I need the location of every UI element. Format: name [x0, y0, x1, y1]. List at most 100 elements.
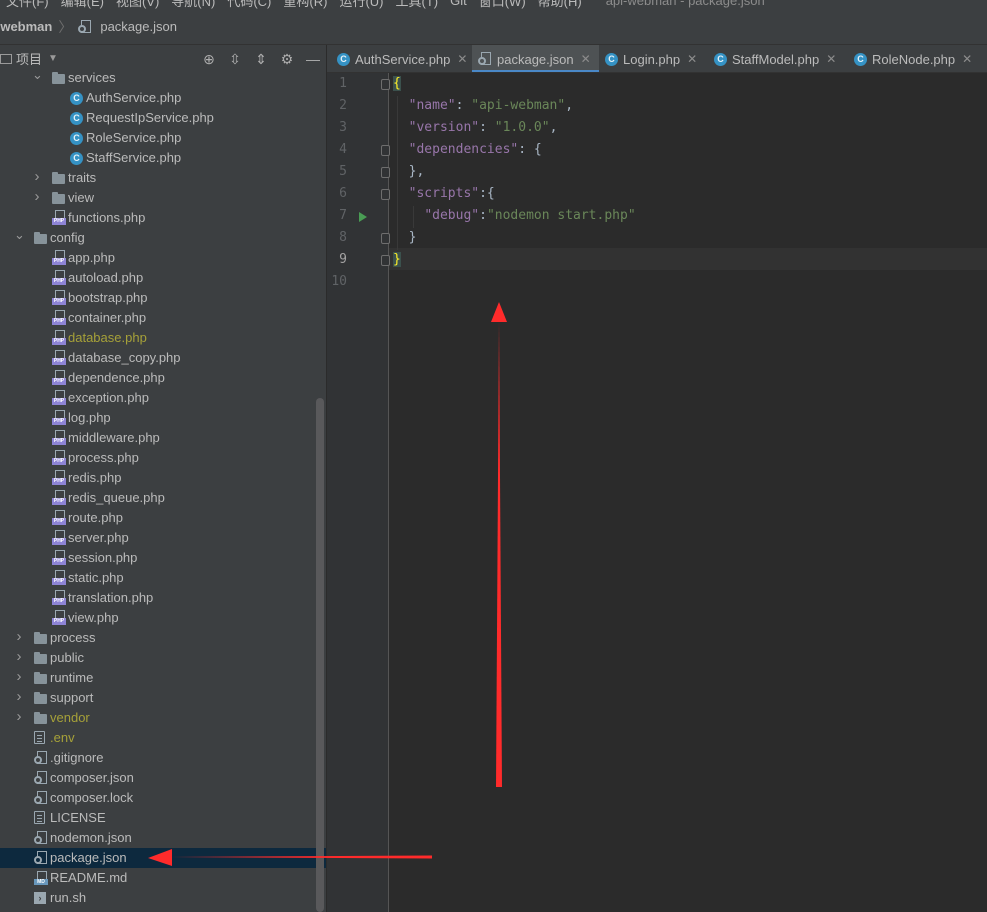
- tree-scrollbar[interactable]: [316, 398, 324, 912]
- close-icon[interactable]: ✕: [687, 52, 697, 66]
- menu-item[interactable]: 工具(T): [389, 0, 444, 9]
- code-line[interactable]: "name": "api-webman",: [393, 98, 573, 113]
- tree-folder[interactable]: › process: [0, 628, 326, 648]
- editor-tab[interactable]: C RoleNode.php ✕: [848, 45, 987, 72]
- run-script-icon[interactable]: [359, 212, 367, 222]
- code-line[interactable]: }: [393, 230, 417, 245]
- menu-item[interactable]: 窗口(W): [473, 0, 532, 9]
- menu-item[interactable]: 代码(C): [221, 0, 277, 9]
- tree-folder[interactable]: › view: [0, 188, 326, 208]
- tree-file[interactable]: PHP bootstrap.php: [0, 288, 326, 308]
- tree-file[interactable]: PHP database.php: [0, 328, 326, 348]
- chevron-right-icon[interactable]: ›: [14, 648, 24, 665]
- minimize-icon[interactable]: —: [300, 51, 326, 67]
- line-number: 5: [339, 164, 347, 179]
- tree-file[interactable]: PHP log.php: [0, 408, 326, 428]
- breadcrumb-file[interactable]: package.json: [100, 19, 177, 34]
- menu-item[interactable]: 导航(N): [165, 0, 221, 9]
- tree-file[interactable]: PHP app.php: [0, 248, 326, 268]
- tree-file[interactable]: PHP server.php: [0, 528, 326, 548]
- menu-item[interactable]: 帮助(H): [532, 0, 588, 9]
- tree-file[interactable]: PHP session.php: [0, 548, 326, 568]
- editor-tab[interactable]: C Login.php ✕: [599, 45, 708, 72]
- tree-file[interactable]: PHP static.php: [0, 568, 326, 588]
- breadcrumb-project[interactable]: -webman: [0, 19, 52, 34]
- tree-file[interactable]: LICENSE: [0, 808, 326, 828]
- menu-item[interactable]: 视图(V): [110, 0, 165, 9]
- tree-folder[interactable]: › public: [0, 648, 326, 668]
- fold-marker-icon[interactable]: [381, 167, 390, 178]
- tree-folder[interactable]: › traits: [0, 168, 326, 188]
- close-icon[interactable]: ✕: [457, 52, 467, 66]
- tree-file[interactable]: C RoleService.php: [0, 128, 326, 148]
- fold-marker-icon[interactable]: [381, 79, 390, 90]
- project-panel-title[interactable]: 项目: [16, 49, 42, 68]
- chevron-right-icon[interactable]: ›: [14, 688, 24, 705]
- tree-file[interactable]: package.json: [0, 848, 326, 868]
- chevron-right-icon[interactable]: ›: [14, 708, 24, 725]
- fold-marker-icon[interactable]: [381, 233, 390, 244]
- tree-file[interactable]: PHP redis_queue.php: [0, 488, 326, 508]
- tree-file[interactable]: C AuthService.php: [0, 88, 326, 108]
- menu-item[interactable]: 运行(U): [333, 0, 389, 9]
- tree-file[interactable]: composer.lock: [0, 788, 326, 808]
- tree-file[interactable]: .env: [0, 728, 326, 748]
- code-line[interactable]: }: [393, 252, 401, 267]
- code-line[interactable]: "scripts":{: [393, 186, 495, 201]
- editor-tab[interactable]: C AuthService.php ✕: [331, 45, 472, 72]
- chevron-right-icon[interactable]: ›: [14, 668, 24, 685]
- code-line[interactable]: "version": "1.0.0",: [393, 120, 558, 135]
- fold-marker-icon[interactable]: [381, 255, 390, 266]
- tree-file[interactable]: PHP middleware.php: [0, 428, 326, 448]
- tree-item-label: services: [68, 70, 116, 85]
- tree-file[interactable]: PHP redis.php: [0, 468, 326, 488]
- tree-file[interactable]: PHP functions.php: [0, 208, 326, 228]
- expand-all-icon[interactable]: ⇳: [222, 51, 248, 68]
- tree-file[interactable]: PHP process.php: [0, 448, 326, 468]
- fold-marker-icon[interactable]: [381, 145, 390, 156]
- tree-file[interactable]: MD README.md: [0, 868, 326, 888]
- fold-marker-icon[interactable]: [381, 189, 390, 200]
- close-icon[interactable]: ✕: [826, 52, 836, 66]
- tree-file[interactable]: C RequestIpService.php: [0, 108, 326, 128]
- tree-file[interactable]: .gitignore: [0, 748, 326, 768]
- tree-file[interactable]: C StaffService.php: [0, 148, 326, 168]
- chevron-down-icon[interactable]: ⌄: [32, 68, 43, 83]
- tree-file[interactable]: PHP autoload.php: [0, 268, 326, 288]
- tree-folder[interactable]: › runtime: [0, 668, 326, 688]
- code-line[interactable]: {: [393, 76, 401, 91]
- chevron-right-icon[interactable]: ›: [14, 628, 24, 645]
- tree-file[interactable]: composer.json: [0, 768, 326, 788]
- chevron-down-icon[interactable]: ⌄: [14, 227, 25, 243]
- close-icon[interactable]: ✕: [962, 52, 972, 66]
- chevron-down-icon[interactable]: ▼: [48, 53, 58, 64]
- tree-file[interactable]: PHP dependence.php: [0, 368, 326, 388]
- tree-file[interactable]: PHP database_copy.php: [0, 348, 326, 368]
- editor-tab[interactable]: package.json ✕: [472, 45, 599, 72]
- menu-item[interactable]: 重构(R): [277, 0, 333, 9]
- tree-file[interactable]: PHP route.php: [0, 508, 326, 528]
- tree-folder[interactable]: ⌄ services: [0, 68, 326, 88]
- tree-file[interactable]: PHP view.php: [0, 608, 326, 628]
- tree-file[interactable]: PHP exception.php: [0, 388, 326, 408]
- tree-folder[interactable]: › support: [0, 688, 326, 708]
- code-line[interactable]: "dependencies": {: [393, 142, 542, 157]
- tree-folder[interactable]: › vendor: [0, 708, 326, 728]
- menu-item[interactable]: 文件(F): [0, 0, 55, 9]
- close-icon[interactable]: ✕: [581, 52, 591, 66]
- code-line[interactable]: "debug":"nodemon start.php": [393, 208, 635, 223]
- editor-tab[interactable]: C StaffModel.php ✕: [708, 45, 848, 72]
- code-line[interactable]: },: [393, 164, 425, 179]
- tree-file[interactable]: nodemon.json: [0, 828, 326, 848]
- chevron-right-icon[interactable]: ›: [32, 188, 42, 205]
- menu-item[interactable]: 编辑(E): [55, 0, 110, 9]
- tree-file[interactable]: PHP container.php: [0, 308, 326, 328]
- target-icon[interactable]: ⊕: [196, 51, 222, 68]
- tree-folder[interactable]: ⌄ config: [0, 227, 326, 248]
- menu-item[interactable]: Git: [444, 0, 473, 8]
- tree-file[interactable]: › run.sh: [0, 888, 326, 908]
- collapse-all-icon[interactable]: ⇕: [248, 51, 274, 68]
- tree-file[interactable]: PHP translation.php: [0, 588, 326, 608]
- gear-icon[interactable]: ⚙: [274, 51, 300, 68]
- chevron-right-icon[interactable]: ›: [32, 168, 42, 185]
